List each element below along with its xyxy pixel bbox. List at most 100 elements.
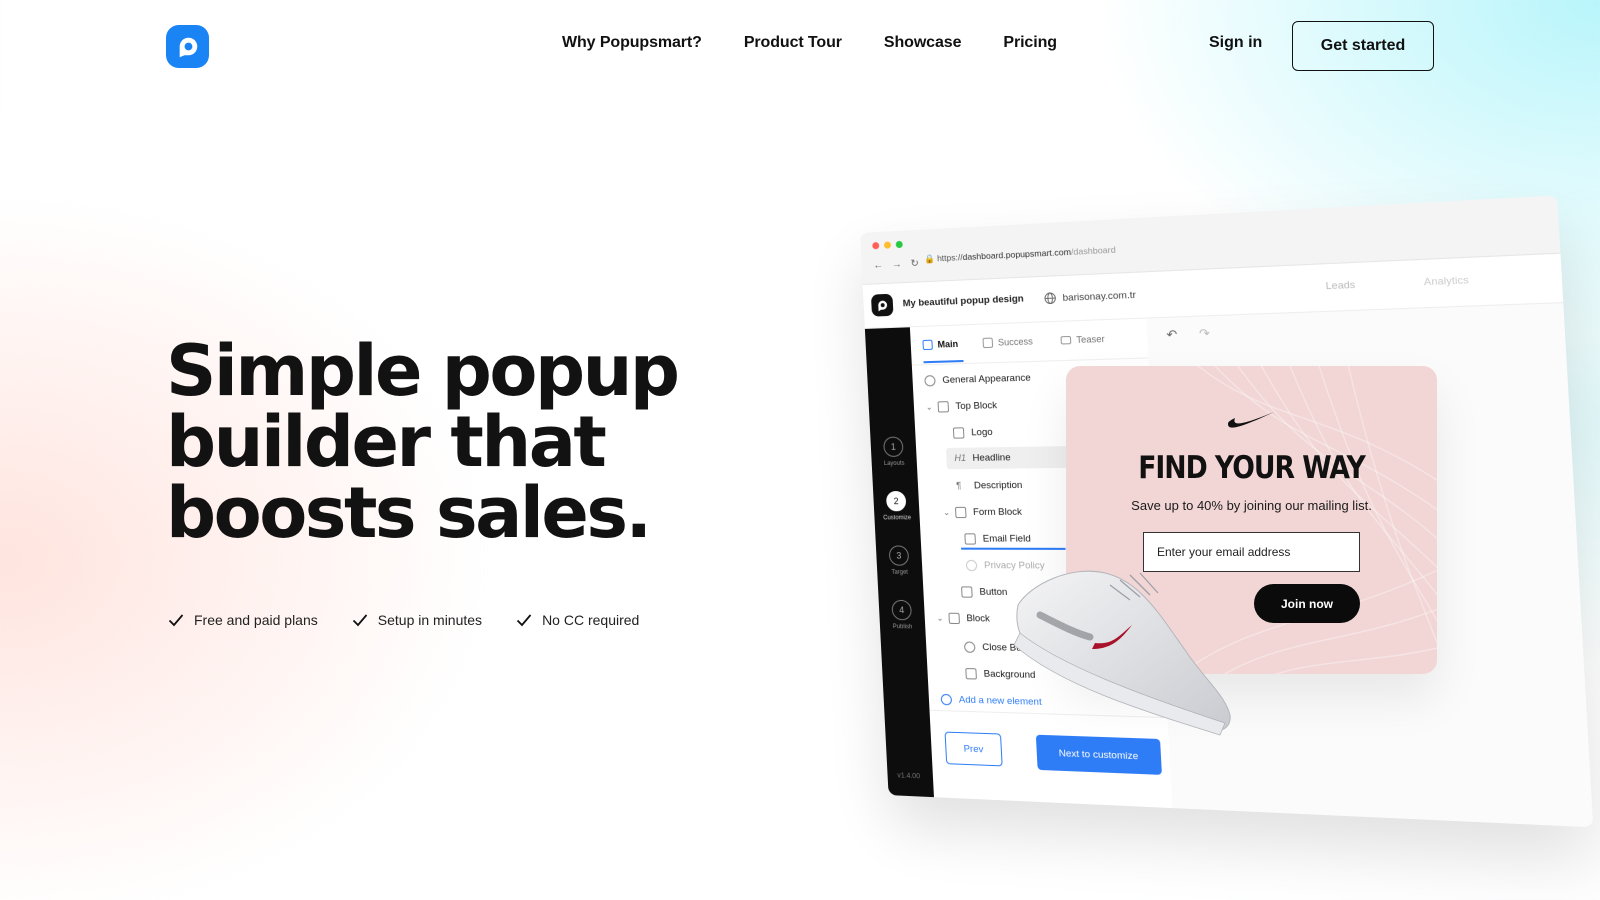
tree-item-label: General Appearance <box>942 372 1032 387</box>
heading-icon: H1 <box>954 452 967 464</box>
version-label: v1.4.00 <box>897 772 921 781</box>
close-dot-icon <box>872 242 880 250</box>
tree-item-selected: H1 Headline <box>945 446 1074 470</box>
nav-showcase[interactable]: Showcase <box>884 34 962 52</box>
step-publish: 4 Publish <box>887 599 916 631</box>
nav-product-tour[interactable]: Product Tour <box>744 34 842 52</box>
tab-label: Teaser <box>1076 333 1105 346</box>
popup-name: My beautiful popup design <box>902 293 1024 310</box>
tab-label: Main <box>937 338 959 350</box>
minimize-dot-icon <box>883 241 892 249</box>
paragraph-icon: ¶ <box>955 480 962 492</box>
settings-icon <box>924 375 936 387</box>
hero-title-line: builder that <box>166 401 607 483</box>
maximize-dot-icon <box>895 240 903 249</box>
check-icon <box>516 614 532 627</box>
sign-in-link[interactable]: Sign in <box>1209 34 1262 52</box>
button-icon <box>961 586 973 598</box>
history-controls: ↶ ↷ <box>1153 316 1229 350</box>
block-icon <box>937 401 949 413</box>
popupsmart-logo-dark <box>870 293 894 317</box>
lock-icon: 🔒 <box>923 253 938 264</box>
tree-item-label: Headline <box>972 452 1011 464</box>
tree-item: ⌄ Block <box>936 612 991 625</box>
hero-title-line: Simple popup <box>166 330 680 412</box>
sneaker-illustration <box>1013 570 1231 736</box>
step-number: 3 <box>888 545 910 566</box>
shield-icon <box>965 559 978 572</box>
address-bar: 🔒 https://dashboard.popupsmart.com/dashb… <box>924 244 1116 265</box>
tree-item-label: Block <box>966 612 991 625</box>
active-tab-indicator <box>923 359 964 364</box>
join-now-button[interactable]: Join now <box>1254 584 1360 623</box>
tree-item-label: Top Block <box>955 399 998 413</box>
tree-item: Email Field <box>964 533 1032 545</box>
tree-item: ¶ Description <box>956 480 1023 492</box>
feature-list: Free and paid plans Setup in minutes No … <box>168 612 673 628</box>
url-path: /dashboard <box>1070 244 1116 257</box>
tree-item-label: Logo <box>970 426 993 439</box>
tab-teaser: Teaser <box>1060 334 1105 346</box>
window-controls <box>872 240 903 250</box>
hero-title: Simple popup builder that boosts sales. <box>166 336 766 549</box>
get-started-button[interactable]: Get started <box>1292 21 1434 71</box>
tree-item: Logo <box>952 426 993 439</box>
feature-label: Free and paid plans <box>194 612 318 628</box>
step-number: 4 <box>891 599 913 621</box>
main-nav: Why Popupsmart? Product Tour Showcase Pr… <box>562 34 1099 52</box>
forward-arrow-icon: → <box>891 259 903 271</box>
undo-icon: ↶ <box>1166 326 1178 343</box>
email-icon <box>964 533 977 545</box>
chevron-down-icon: ⌄ <box>925 402 933 412</box>
tree-item-label: Description <box>973 479 1023 492</box>
teaser-icon <box>1060 335 1072 345</box>
url-prefix: https:// <box>936 251 963 264</box>
swoosh-logo <box>1228 412 1274 428</box>
feature-item: Free and paid plans <box>168 612 318 628</box>
form-icon <box>954 506 967 519</box>
tab-label: Success <box>997 336 1034 348</box>
chevron-down-icon: ⌄ <box>943 507 951 518</box>
tab-success: Success <box>982 336 1034 349</box>
back-arrow-icon: ← <box>873 259 884 272</box>
check-icon <box>168 614 184 627</box>
feature-item: Setup in minutes <box>352 612 482 628</box>
image-icon <box>965 668 977 680</box>
check-icon <box>352 614 367 627</box>
tab-main: Main <box>922 338 959 351</box>
popupsmart-logo[interactable] <box>166 25 209 68</box>
nav-why-popupsmart[interactable]: Why Popupsmart? <box>562 34 702 52</box>
tree-item: ⌄ Form Block <box>943 507 1022 519</box>
popup-description: Save up to 40% by joining our mailing li… <box>1131 498 1372 513</box>
step-label: Publish <box>892 624 913 631</box>
tree-item-label: Form Block <box>972 506 1023 519</box>
reload-icon: ↻ <box>910 258 920 270</box>
tree-item: ⌄ Top Block <box>925 399 998 413</box>
step-label: Layouts <box>883 460 905 468</box>
success-icon <box>982 337 994 349</box>
globe-icon <box>1044 292 1057 305</box>
url-domain: dashboard.popupsmart.com <box>962 246 1072 263</box>
step-layouts: 1 Layouts <box>879 436 908 467</box>
close-circle-icon <box>963 641 976 653</box>
step-number: 2 <box>885 490 907 512</box>
popup-headline: FIND YOUR WAY <box>1138 450 1366 486</box>
prev-button: Prev <box>944 731 1003 767</box>
plus-circle-icon <box>940 693 953 706</box>
step-label: Customize <box>883 515 912 522</box>
image-icon <box>952 427 965 439</box>
redo-icon: ↷ <box>1198 325 1211 342</box>
tree-item-label: Email Field <box>982 533 1032 545</box>
step-number: 1 <box>883 436 904 457</box>
step-target: 3 Target <box>885 545 914 576</box>
browser-nav-buttons: ← → ↻ <box>873 258 919 271</box>
analytics-tab: Analytics <box>1423 274 1470 289</box>
block-icon <box>948 612 960 625</box>
website-selector: barisonay.com.tr <box>1044 289 1137 305</box>
feature-item: No CC required <box>516 612 639 628</box>
feature-label: No CC required <box>542 612 640 628</box>
step-label: Target <box>891 569 909 576</box>
nav-pricing[interactable]: Pricing <box>1003 34 1057 52</box>
step-customize: 2 Customize <box>882 490 912 522</box>
tree-item: General Appearance <box>924 372 1032 387</box>
